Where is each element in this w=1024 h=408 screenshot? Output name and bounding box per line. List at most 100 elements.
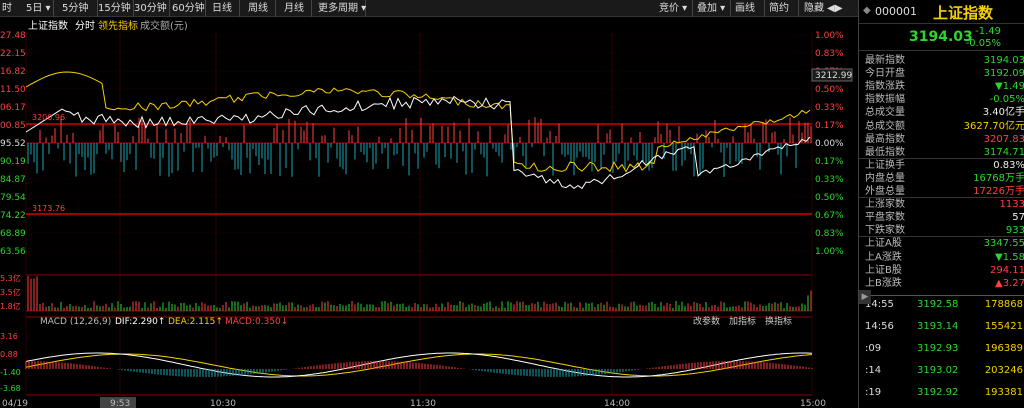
period-tab-15min[interactable]: 15分钟	[94, 0, 134, 17]
quote-field-value: 1133	[999, 199, 1024, 211]
quote-field-row: 下跌家数 933	[865, 224, 1024, 237]
period-tab-monthly[interactable]: 月线	[280, 0, 312, 17]
quote-change-pct: -0.05%	[965, 38, 1001, 49]
overlay-button[interactable]: 叠加 ▾	[693, 0, 731, 17]
time-axis-label: 15:00	[800, 399, 826, 408]
quote-field-label: 最高指数	[865, 133, 905, 145]
quote-field-row: 指数涨跌 ▼1.49	[865, 80, 1024, 93]
quote-field-value: 16768万手	[973, 172, 1024, 184]
pct-axis-label: 1.00%	[815, 247, 844, 257]
period-tab-weekly[interactable]: 周线	[244, 0, 276, 17]
quote-field-row: 总成交额 3627.70亿元	[865, 120, 1024, 133]
macd-button-0: 改参数	[693, 315, 720, 327]
pct-axis-label: 0.67%	[815, 211, 844, 221]
pct-axis-label: 0.83%	[815, 49, 844, 59]
quote-field-label: 上涨家数	[865, 199, 905, 211]
quote-field-value: 3207.83	[983, 133, 1024, 145]
tick-price: 3193.02	[917, 365, 959, 376]
quote-field-row: 总成交量 3.40亿手	[865, 106, 1024, 119]
price-axis-label: 06.17	[0, 103, 26, 113]
draw-line-button[interactable]: 画线	[731, 0, 765, 17]
period-tab-time[interactable]: 时	[0, 0, 18, 17]
quote-field-row: 上证A股 3347.55	[865, 237, 1024, 250]
period-tab-5min[interactable]: 5分钟	[58, 0, 98, 17]
price-axis-label: 63.56	[0, 247, 26, 257]
tick-row: 14:55 3192.58 178868	[859, 298, 1024, 311]
more-periods-label: 更多周期	[318, 3, 358, 14]
nav-arrow-icon[interactable]: ◆	[863, 5, 871, 16]
tick-volume: 178868	[984, 299, 1023, 310]
tick-row: 14:56 3193.14 155421	[859, 320, 1024, 333]
quote-field-row: 上涨家数 1133	[865, 198, 1024, 211]
tick-time: :14	[865, 365, 882, 376]
quote-field-row: 上A涨跌 ▼1.58	[865, 251, 1024, 264]
chart-index-name: 上证指数	[28, 19, 68, 32]
quote-field-row: 最低指数 3174.71	[865, 146, 1024, 159]
tick-time: :19	[865, 387, 882, 398]
period-tab-60min[interactable]: 60分钟	[168, 0, 206, 17]
macd-dif-value: DIF:2.290↑	[115, 317, 165, 327]
tick-divider	[859, 295, 1024, 296]
quote-field-label: 最低指数	[865, 146, 905, 158]
pct-axis-label: 0.17%	[815, 121, 844, 131]
quote-field-row: 最高指数 3207.83	[865, 133, 1024, 146]
hide-button[interactable]: 隐藏 ◀▶	[800, 0, 843, 17]
period-tab-5day[interactable]: 5日 ▾	[22, 0, 54, 17]
time-axis-label: 14:00	[604, 399, 630, 408]
pct-axis-label: 0.50%	[815, 85, 844, 95]
price-axis-label: 90.19	[0, 157, 26, 167]
tick-price: 3192.93	[917, 343, 959, 354]
tick-volume: 196389	[984, 343, 1023, 354]
time-axis-label: 10:30	[210, 399, 236, 408]
quote-field-value: ▲3.27	[995, 277, 1024, 289]
pct-axis-label: 0.83%	[815, 229, 844, 239]
price-axis-label: 74.22	[0, 211, 26, 221]
quote-field-label: 总成交量	[865, 107, 905, 119]
volume-axis-label: 1.8亿	[0, 301, 21, 311]
hide-label: 隐藏	[804, 3, 824, 14]
quote-field-value: -0.05%	[989, 94, 1024, 106]
more-periods-dropdown[interactable]: 更多周期 ▾	[314, 0, 366, 17]
intraday-chart[interactable]: 27.48 1.00% 22.15 0.83% 16.82 0.67% 11.50 0.50%…	[0, 17, 858, 408]
price-axis-label: 84.87	[0, 175, 26, 185]
time-axis-label: 04/19	[2, 399, 28, 408]
quote-field-row: 指数振幅 -0.05%	[865, 93, 1024, 106]
period-tab-30min[interactable]: 30分钟	[130, 0, 170, 17]
period-tab-daily[interactable]: 日线	[208, 0, 240, 17]
price-axis-label: 00.85	[0, 121, 26, 131]
quote-field-row: 上证换手 0.83%	[865, 159, 1024, 172]
price-axis-label: 16.82	[0, 67, 26, 77]
macd-button-2: 换指标	[765, 315, 792, 327]
quote-field-label: 上证B股	[865, 264, 902, 276]
macd-axis-label: -3.68	[0, 384, 21, 393]
quote-field-label: 外盘总量	[865, 186, 905, 197]
quote-field-label: 指数涨跌	[865, 81, 905, 93]
chart-tab-turnover[interactable]: 成交额(元)	[140, 19, 188, 32]
quote-name: 上证指数	[933, 4, 994, 22]
quote-field-value: 17226万手	[973, 186, 1024, 197]
time-axis-label: 11:30	[410, 399, 436, 408]
chart-tab-lead-indicator[interactable]: 领先指标	[98, 19, 138, 32]
tick-volume: 155421	[984, 321, 1023, 332]
quote-field-row: 上B涨跌 ▲3.27	[865, 277, 1024, 290]
quote-field-label: 上证换手	[865, 159, 905, 171]
macd-button-1: 加指标	[729, 315, 756, 327]
pct-axis-label: 0.33%	[815, 103, 844, 113]
quote-field-label: 今日开盘	[865, 68, 905, 80]
quote-title-bar: ◆ 000001 上证指数	[859, 0, 1024, 24]
panel-collapse-icon[interactable]: ▶	[859, 290, 871, 304]
chart-tab-timeshare[interactable]: 分时	[75, 20, 95, 32]
pct-axis-label: 0.33%	[815, 175, 844, 185]
tick-volume: 193381	[984, 387, 1023, 398]
tick-volume: 203246	[984, 365, 1023, 376]
quote-code: 000001	[875, 5, 917, 18]
quote-field-row: 外盘总量 17226万手	[865, 185, 1024, 198]
tick-row: :19 3192.92 193381	[859, 386, 1024, 399]
simple-mode-button[interactable]: 简约	[765, 0, 799, 17]
time-axis-label: 9:53	[110, 399, 130, 408]
macd-axis-label: 3.16	[0, 332, 18, 341]
auction-button[interactable]: 竞价 ▾	[655, 0, 693, 17]
quote-field-value: 3174.71	[983, 146, 1024, 158]
quote-field-value: ▼1.58	[995, 251, 1024, 263]
quote-change: -1.49	[975, 26, 1001, 37]
